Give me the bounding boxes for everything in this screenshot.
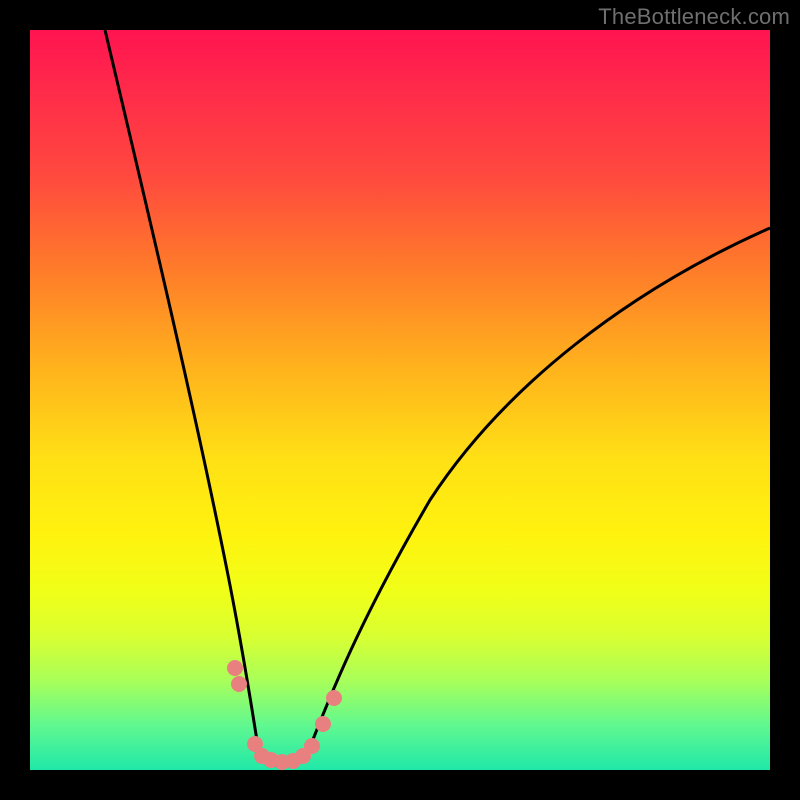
curve-right-branch [305, 228, 770, 760]
dot [227, 660, 243, 676]
plot-area [30, 30, 770, 770]
chart-frame: TheBottleneck.com [0, 0, 800, 800]
watermark-text: TheBottleneck.com [598, 4, 790, 30]
dot [304, 738, 320, 754]
curve-left-branch [105, 30, 260, 760]
dot [315, 716, 331, 732]
data-dots [227, 660, 342, 770]
bottleneck-curve [30, 30, 770, 770]
dot [326, 690, 342, 706]
dot [231, 676, 247, 692]
